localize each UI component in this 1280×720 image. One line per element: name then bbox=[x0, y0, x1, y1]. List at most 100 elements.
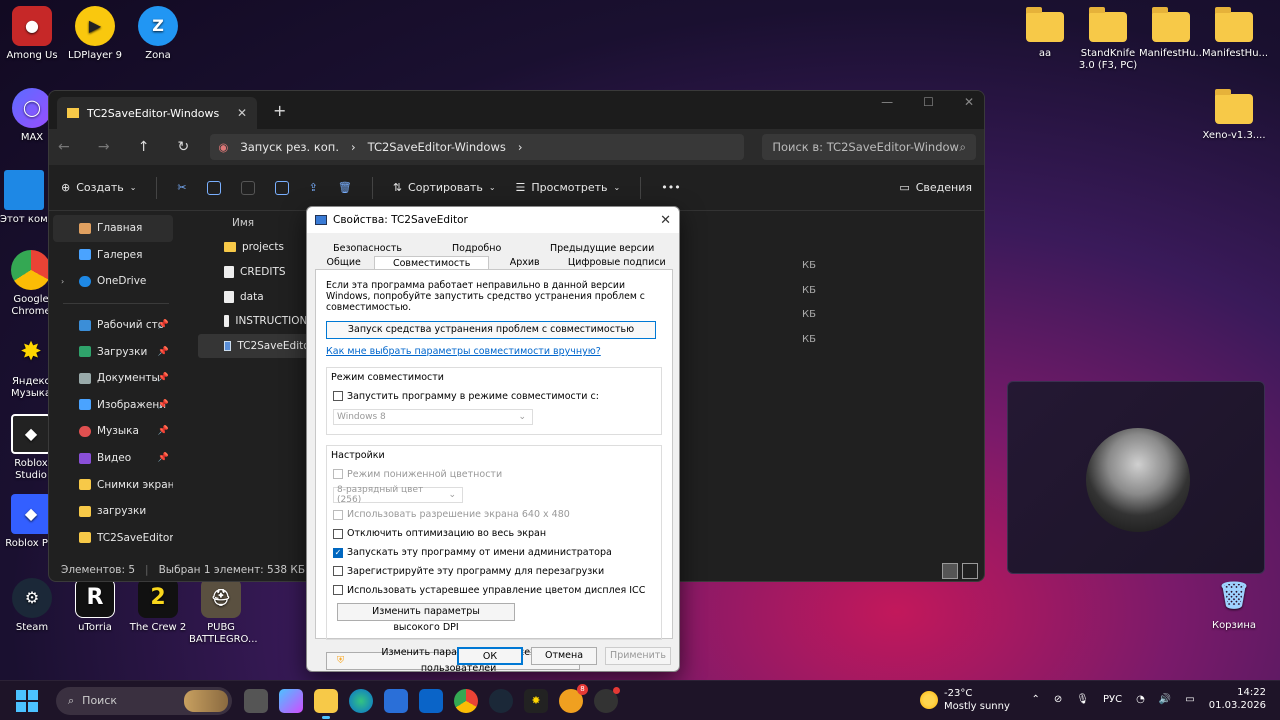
sidebar-item-gallery[interactable]: Галерея bbox=[53, 242, 173, 269]
microphone-icon[interactable]: 🎙 bbox=[1076, 694, 1089, 705]
yandex-music-icon[interactable]: ✸ bbox=[524, 688, 548, 713]
tab-archive[interactable]: Архив bbox=[489, 256, 561, 270]
cut-icon[interactable]: ✂ bbox=[177, 181, 186, 194]
desktop-icon-the-crew[interactable]: 2 The Crew 2 bbox=[126, 578, 190, 634]
checkbox[interactable] bbox=[333, 566, 343, 577]
desktop-icon-this-pc[interactable]: Этот компьютер bbox=[0, 170, 48, 226]
rename-icon[interactable] bbox=[274, 180, 289, 195]
delete-icon[interactable]: 🗑 bbox=[338, 181, 352, 194]
details-button[interactable]: ▭ Сведения bbox=[899, 181, 972, 194]
more-options-icon[interactable]: ••• bbox=[661, 181, 680, 194]
forward-icon[interactable]: → bbox=[97, 139, 111, 155]
desktop-icon-manifest-1[interactable]: ManifestHu... bbox=[1139, 7, 1205, 60]
start-button[interactable] bbox=[16, 689, 38, 712]
sidebar-item-tc2saveeditor[interactable]: TC2SaveEditor-V bbox=[53, 525, 173, 552]
battery-icon[interactable]: ▭ bbox=[1185, 694, 1194, 705]
task-view-icon[interactable] bbox=[244, 688, 268, 713]
wifi-icon[interactable]: ◔ bbox=[1136, 694, 1145, 705]
share-icon[interactable]: ⇪ bbox=[309, 181, 318, 194]
apply-button[interactable]: Применить bbox=[605, 647, 671, 665]
checkbox[interactable] bbox=[333, 391, 343, 402]
view-button[interactable]: ☰ Просмотреть ⌄ bbox=[516, 181, 621, 194]
sort-button[interactable]: ⇅ Сортировать ⌄ bbox=[393, 181, 496, 194]
edge-icon[interactable] bbox=[349, 688, 373, 713]
sidebar-item-music[interactable]: Музыка 📌 bbox=[53, 418, 173, 445]
legacy-icc-row[interactable]: Использовать устаревшее управление цвето… bbox=[333, 581, 655, 600]
close-icon[interactable]: ✕ bbox=[964, 95, 974, 109]
register-restart-row[interactable]: Зарегистрируйте эту программу для переза… bbox=[333, 562, 655, 581]
sidebar-item-videos[interactable]: Видео 📌 bbox=[53, 445, 173, 472]
new-tab-button[interactable]: + bbox=[273, 101, 286, 120]
desktop-icon-xeno[interactable]: Xeno-v1.3.... bbox=[1202, 89, 1266, 142]
sidebar-item-onedrive[interactable]: › OneDrive bbox=[53, 268, 173, 295]
tab-compatibility[interactable]: Совместимость bbox=[374, 256, 489, 270]
file-explorer-icon[interactable] bbox=[314, 688, 338, 719]
desktop-icon-ldplayer[interactable]: ▶ LDPlayer 9 bbox=[63, 6, 127, 62]
tab-previous-versions[interactable]: Предыдущие версии bbox=[531, 242, 673, 256]
desktop-icon-among-us[interactable]: ● Among Us bbox=[0, 6, 64, 62]
desktop-icon-standknife[interactable]: StandKnife 3.0 (F3, PC) bbox=[1076, 7, 1140, 72]
file-row[interactable]: data bbox=[198, 284, 314, 309]
chevron-right-icon[interactable]: › bbox=[61, 277, 64, 286]
sidebar-item-documents[interactable]: Документы 📌 bbox=[53, 365, 173, 392]
breadcrumb-root[interactable]: Запуск рез. коп. bbox=[240, 140, 339, 154]
steam-icon[interactable] bbox=[489, 688, 513, 713]
taskbar-search[interactable]: ⌕ Поиск bbox=[56, 686, 232, 715]
cancel-button[interactable]: Отмена bbox=[531, 647, 597, 665]
tiles-view-icon[interactable] bbox=[962, 563, 978, 579]
manual-settings-link[interactable]: Как мне выбрать параметры совместимости … bbox=[326, 346, 662, 357]
file-row[interactable]: TC2SaveEditor bbox=[198, 333, 314, 359]
ok-button[interactable]: ОК bbox=[457, 647, 523, 665]
close-icon[interactable]: ✕ bbox=[660, 213, 671, 228]
create-button[interactable]: ⊕ Создать ⌄ bbox=[61, 181, 136, 194]
tab-details[interactable]: Подробно bbox=[422, 242, 531, 256]
weather-widget[interactable]: -23°C Mostly sunny bbox=[920, 687, 1010, 713]
settings-icon[interactable] bbox=[594, 686, 620, 713]
video-call-tile[interactable] bbox=[1007, 381, 1265, 574]
clock[interactable]: 14:22 01.03.2026 bbox=[1209, 686, 1266, 712]
paste-icon[interactable] bbox=[240, 180, 255, 195]
language-indicator[interactable]: РУС bbox=[1103, 694, 1122, 705]
high-dpi-button[interactable]: Изменить параметры высокого DPI bbox=[337, 602, 515, 633]
up-icon[interactable]: ↑ bbox=[137, 139, 151, 155]
store-icon[interactable] bbox=[384, 688, 408, 713]
back-icon[interactable]: ← bbox=[57, 139, 71, 155]
tab-security[interactable]: Безопасность bbox=[313, 242, 422, 256]
close-tab-icon[interactable]: ✕ bbox=[237, 106, 247, 120]
chrome-icon[interactable] bbox=[454, 688, 478, 713]
desktop-icon-steam[interactable]: ⚙ Steam bbox=[0, 578, 64, 634]
refresh-icon[interactable]: ↻ bbox=[176, 139, 190, 155]
checkbox[interactable] bbox=[333, 528, 343, 539]
breadcrumb-folder[interactable]: TC2SaveEditor-Windows bbox=[368, 140, 506, 154]
compat-mode-checkbox-row[interactable]: Запустить программу в режиме совместимос… bbox=[333, 387, 655, 406]
tab-tc2saveeditor[interactable]: TC2SaveEditor-Windows ✕ bbox=[57, 97, 257, 129]
chevron-up-icon[interactable]: ⌃ bbox=[1032, 694, 1040, 705]
minimize-icon[interactable]: — bbox=[881, 95, 893, 109]
sidebar-item-screenshots[interactable]: Снимки экрана bbox=[53, 471, 173, 498]
sidebar-item-pictures[interactable]: Изображени 📌 bbox=[53, 392, 173, 419]
sidebar-item-downloads[interactable]: Загрузки 📌 bbox=[53, 338, 173, 365]
messenger-icon[interactable]: 8 bbox=[559, 683, 588, 713]
copy-icon[interactable] bbox=[206, 180, 221, 195]
tab-general[interactable]: Общие bbox=[313, 256, 374, 270]
run-as-admin-row[interactable]: ✓ Запускать эту программу от имени админ… bbox=[333, 543, 655, 562]
desktop-icon-aa[interactable]: aa bbox=[1013, 7, 1077, 60]
sidebar-item-desktop[interactable]: Рабочий сто 📌 bbox=[53, 312, 173, 339]
volume-icon[interactable]: 🔊 bbox=[1159, 694, 1171, 705]
sidebar-item-zagruzki[interactable]: загрузки bbox=[53, 498, 173, 525]
disable-fullscreen-row[interactable]: Отключить оптимизацию во весь экран bbox=[333, 524, 655, 543]
sidebar-item-home[interactable]: Главная bbox=[53, 215, 173, 242]
copilot-icon[interactable] bbox=[279, 688, 303, 713]
mail-icon[interactable] bbox=[419, 688, 443, 713]
troubleshoot-button[interactable]: Запуск средства устранения проблем с сов… bbox=[326, 321, 656, 339]
desktop-icon-utorria[interactable]: R uTorria bbox=[63, 578, 127, 634]
desktop-icon-manifest-2[interactable]: ManifestHu... bbox=[1202, 7, 1268, 60]
file-row[interactable]: INSTRUCTIONS bbox=[198, 309, 314, 334]
checkbox-checked[interactable]: ✓ bbox=[333, 547, 343, 558]
file-row[interactable]: projects bbox=[198, 235, 314, 260]
desktop-icon-pubg[interactable]: ⛑ PUBG BATTLEGRO... bbox=[189, 578, 258, 646]
checkbox[interactable] bbox=[333, 585, 343, 596]
desktop-icon-zona[interactable]: Z Zona bbox=[126, 6, 190, 62]
address-bar[interactable]: ◉ Запуск рез. коп. › TC2SaveEditor-Windo… bbox=[210, 134, 745, 160]
network-off-icon[interactable]: ⊘ bbox=[1054, 694, 1062, 705]
